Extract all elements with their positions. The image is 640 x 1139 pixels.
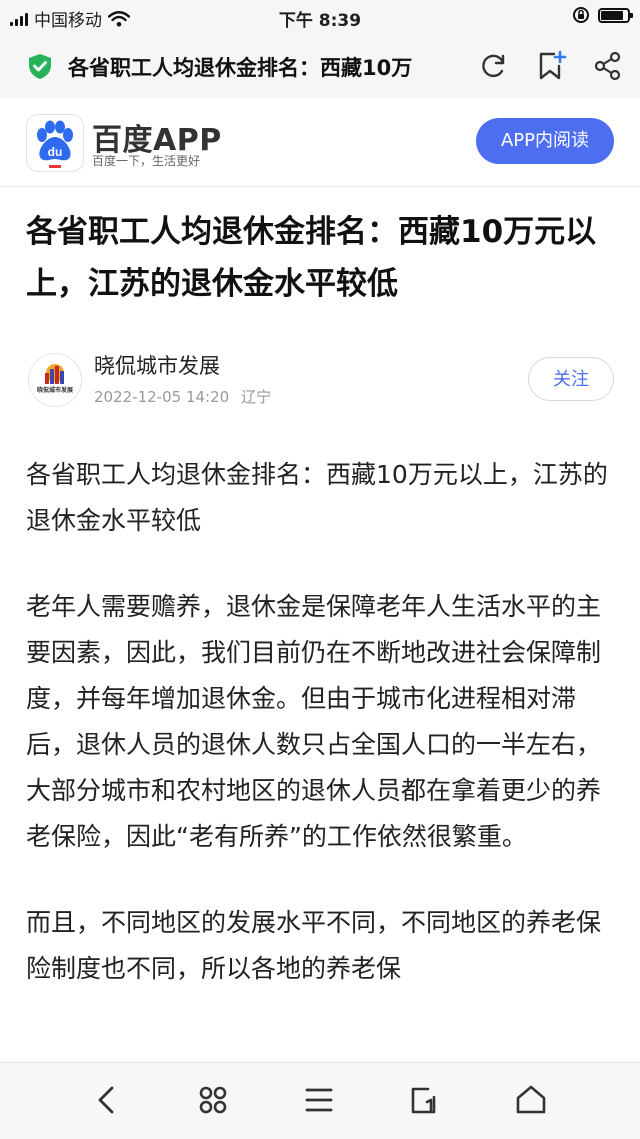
battery-icon bbox=[598, 7, 633, 23]
article-headline: 各省职工人均退休金排名：西藏10万元以上，江苏的退休金水平较低 bbox=[26, 214, 597, 302]
svg-text:晓侃城市发展: 晓侃城市发展 bbox=[37, 386, 73, 394]
home-icon[interactable] bbox=[514, 1083, 548, 1117]
clover-menu-icon[interactable] bbox=[196, 1083, 230, 1117]
status-right bbox=[572, 6, 633, 24]
hamburger-menu-icon[interactable] bbox=[302, 1083, 336, 1117]
baidu-app-logo: du bbox=[26, 114, 84, 172]
status-time: 下午 8:39 bbox=[278, 11, 362, 31]
bottom-toolbar bbox=[0, 1062, 640, 1139]
follow-button[interactable]: 关注 bbox=[528, 357, 614, 401]
status-bar: 中国移动 下午 8:39 bbox=[0, 0, 640, 34]
publish-location: 辽宁 bbox=[241, 388, 272, 406]
share-icon[interactable] bbox=[592, 50, 624, 82]
refresh-icon[interactable] bbox=[478, 50, 510, 82]
browser-toolbar: 各省职工人均退休金排名：西藏10万 bbox=[0, 34, 640, 99]
article-body: 各省职工人均退休金排名：西藏10万元以上，江苏的退休金水平较低 老年人需要赡养，… bbox=[26, 452, 618, 1032]
open-in-app-button[interactable]: APP内阅读 bbox=[476, 118, 614, 164]
app-banner: du 百度APP 百度一下，生活更好 APP内阅读 bbox=[0, 98, 640, 187]
author-avatar[interactable]: 晓侃城市发展 bbox=[28, 353, 82, 407]
orientation-lock-icon bbox=[573, 7, 589, 23]
article-paragraph: 各省职工人均退休金排名：西藏10万元以上，江苏的退休金水平较低 bbox=[26, 460, 608, 535]
author-name[interactable]: 晓侃城市发展 bbox=[94, 350, 220, 380]
svg-text:du: du bbox=[48, 145, 63, 159]
article-meta: 2022-12-05 14:20 辽宁 bbox=[94, 386, 271, 407]
article-paragraph: 老年人需要赡养，退休金是保障老年人生活水平的主要因素，因此，我们目前仍在不断地改… bbox=[26, 592, 602, 851]
page-title[interactable]: 各省职工人均退休金排名：西藏10万 bbox=[68, 52, 470, 82]
bookmark-add-icon[interactable] bbox=[536, 50, 568, 82]
article-paragraph: 而且，不同地区的发展水平不同，不同地区的养老保险制度也不同，所以各地的养老保 bbox=[26, 908, 602, 983]
tabs-icon[interactable] bbox=[408, 1083, 442, 1117]
secure-shield-icon bbox=[29, 54, 51, 79]
back-icon[interactable] bbox=[90, 1083, 124, 1117]
publish-time: 2022-12-05 14:20 bbox=[94, 388, 230, 406]
app-slogan: 百度一下，生活更好 bbox=[92, 154, 201, 168]
